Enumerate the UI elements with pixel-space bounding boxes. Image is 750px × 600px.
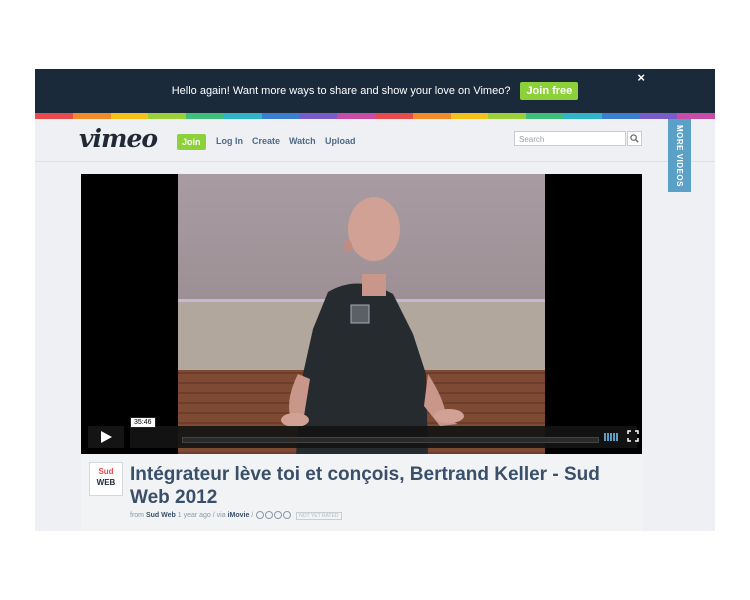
vimeo-logo[interactable]: vimeo xyxy=(79,124,158,153)
fullscreen-icon[interactable] xyxy=(627,430,639,442)
nav-upload-link[interactable]: Upload xyxy=(325,136,356,146)
site-header: vimeo Join Log In Create Watch Upload Se… xyxy=(35,119,715,162)
progress-bar[interactable] xyxy=(182,437,599,443)
search-input[interactable]: Search xyxy=(514,131,626,146)
video-player[interactable]: 35:46 xyxy=(81,174,642,454)
cc-icon xyxy=(256,511,265,519)
nav-join-button[interactable]: Join xyxy=(177,134,206,150)
join-free-button[interactable]: Join free xyxy=(520,82,579,100)
channel-link[interactable]: Sud Web xyxy=(146,512,176,519)
player-controls: 35:46 xyxy=(88,417,639,448)
video-info: Sud WEB Intégrateur lève toi et conçois,… xyxy=(81,454,642,531)
close-icon[interactable]: × xyxy=(637,70,645,85)
rating-badge: NOT YET RATED xyxy=(296,511,342,520)
video-meta: from Sud Web 1 year ago / via iMovie / N… xyxy=(130,511,342,520)
search-button[interactable] xyxy=(627,131,642,146)
from-label: from xyxy=(130,511,144,519)
nav-watch-link[interactable]: Watch xyxy=(289,136,316,146)
channel-logo-line2: WEB xyxy=(96,478,116,487)
play-icon xyxy=(101,431,112,443)
more-videos-label: MORE VIDEOS xyxy=(675,124,684,187)
vimeo-page: Hello again! Want more ways to share and… xyxy=(35,69,716,531)
duration-tooltip: 35:46 xyxy=(130,417,156,428)
attribution-icon xyxy=(265,511,274,519)
search-icon xyxy=(630,134,639,143)
volume-icon[interactable] xyxy=(604,433,620,441)
channel-avatar[interactable]: Sud WEB xyxy=(89,462,123,496)
noncommercial-icon xyxy=(274,511,283,519)
nav-create-link[interactable]: Create xyxy=(252,136,280,146)
banner-message: Hello again! Want more ways to share and… xyxy=(171,85,511,97)
more-videos-tab[interactable]: MORE VIDEOS xyxy=(668,119,691,192)
sharealike-icon xyxy=(283,511,292,519)
play-button[interactable] xyxy=(88,426,124,448)
video-frame[interactable] xyxy=(178,174,545,454)
promo-banner: Hello again! Want more ways to share and… xyxy=(35,69,715,113)
nav-login-link[interactable]: Log In xyxy=(216,136,243,146)
control-bar xyxy=(130,426,639,448)
video-title: Intégrateur lève toi et conçois, Bertran… xyxy=(130,464,600,508)
channel-logo-line1: Sud xyxy=(98,467,114,476)
speaker-figure xyxy=(281,197,464,454)
via-app-link[interactable]: iMovie xyxy=(228,512,250,519)
upload-age: 1 year ago xyxy=(177,511,211,519)
via-label: / via xyxy=(212,511,226,519)
